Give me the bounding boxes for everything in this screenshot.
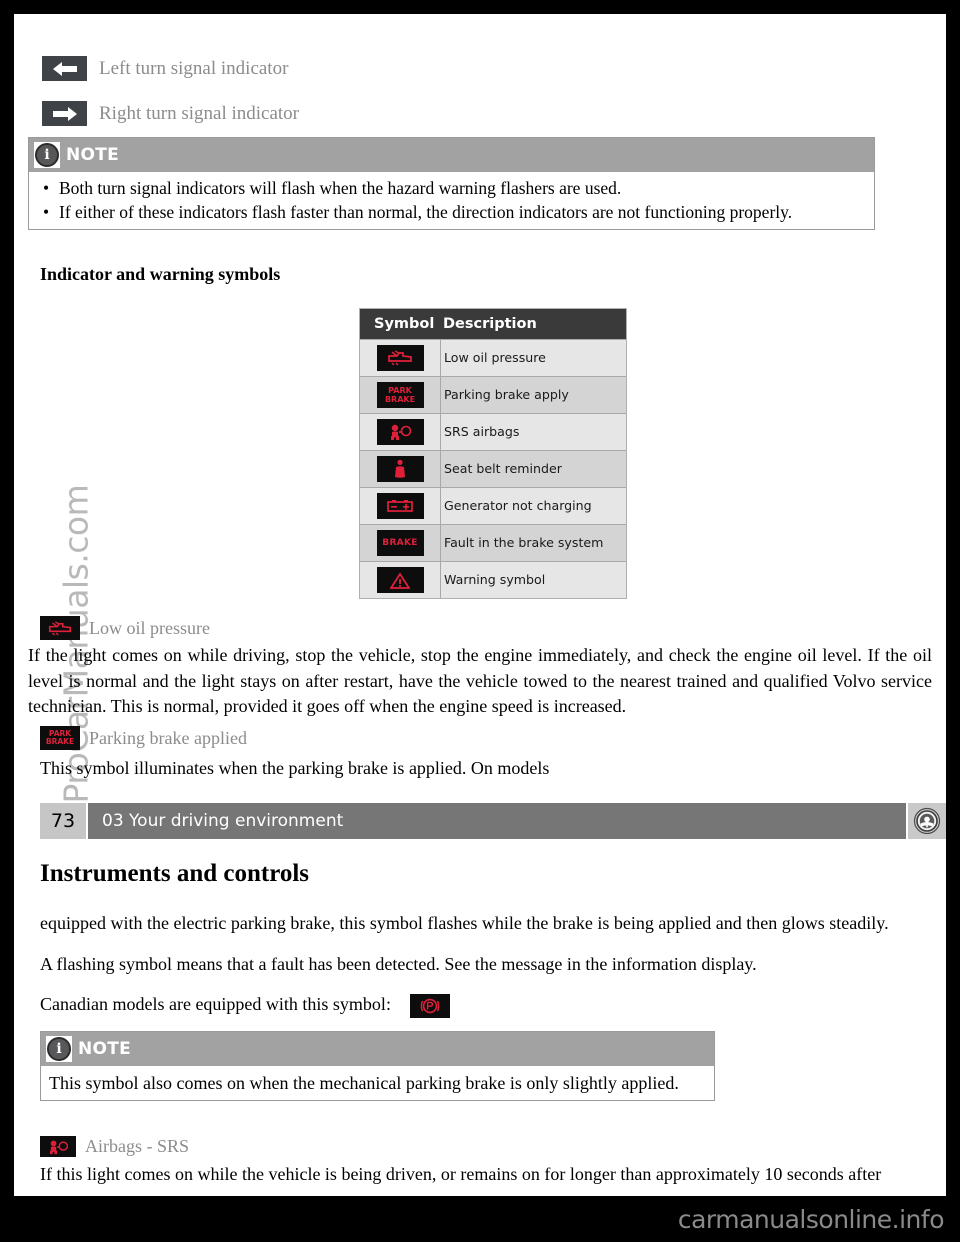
low-oil-pressure-heading-row: Low oil pressure bbox=[40, 616, 210, 640]
symbol-cell: PARK BRAKE bbox=[360, 382, 440, 408]
symbol-description: Fault in the brake system bbox=[440, 525, 626, 561]
low-oil-pressure-label: Low oil pressure bbox=[89, 617, 210, 638]
info-icon-glyph: i bbox=[35, 143, 59, 167]
airbags-srs-body: If this light comes on while the vehicle… bbox=[40, 1164, 882, 1184]
right-turn-signal-label: Right turn signal indicator bbox=[99, 102, 300, 124]
battery-icon bbox=[376, 493, 424, 519]
symbol-cell: BRAKE bbox=[360, 530, 440, 556]
parking-brake-body-part2: equipped with the electric parking brake… bbox=[40, 913, 889, 933]
table-row: Generator not charging bbox=[360, 487, 626, 524]
symbol-cell bbox=[360, 419, 440, 445]
note-bullet: Both turn signal indicators will flash w… bbox=[43, 177, 866, 201]
note-header: i NOTE bbox=[29, 138, 874, 172]
p-in-circle-icon bbox=[410, 994, 450, 1018]
manual-page: ProCarManuals.com Left turn signal indic… bbox=[14, 14, 946, 1196]
srs-airbag-icon bbox=[376, 419, 424, 445]
left-turn-signal-row: Left turn signal indicator bbox=[42, 56, 288, 81]
brake-text-icon: BRAKE bbox=[376, 530, 424, 556]
park-brake-text-icon: PARK BRAKE bbox=[376, 382, 424, 408]
table-row: Warning symbol bbox=[360, 561, 626, 598]
info-icon-glyph: i bbox=[47, 1037, 71, 1061]
symbol-cell bbox=[360, 567, 440, 593]
footer-brand: carmanualsonline.info bbox=[677, 1205, 945, 1234]
arrow-right-icon bbox=[42, 101, 87, 126]
parking-brake-heading-row: PARK BRAKE Parking brake applied bbox=[40, 726, 247, 750]
column-header-description: Description bbox=[443, 316, 537, 332]
symbol-table: Symbol Description Low oil pressure PARK… bbox=[359, 308, 627, 599]
airbags-srs-heading-row: Airbags - SRS bbox=[40, 1136, 189, 1157]
arrow-left-icon bbox=[42, 56, 87, 81]
park-brake-text-icon: PARK BRAKE bbox=[40, 726, 80, 750]
note-bullet-list: Both turn signal indicators will flash w… bbox=[37, 177, 866, 224]
symbol-cell bbox=[360, 456, 440, 482]
symbol-cell bbox=[360, 345, 440, 371]
oil-can-icon bbox=[376, 345, 424, 371]
table-row: Low oil pressure bbox=[360, 339, 626, 376]
page-section-title: 03 Your driving environment bbox=[88, 803, 906, 839]
column-header-symbol: Symbol bbox=[374, 316, 435, 332]
symbol-description: Low oil pressure bbox=[440, 340, 626, 376]
oil-can-icon bbox=[40, 616, 80, 640]
note-bullet: If either of these indicators flash fast… bbox=[43, 201, 866, 225]
p-in-circle-glyph bbox=[410, 994, 450, 1018]
note-title: NOTE bbox=[78, 1039, 132, 1059]
steering-wheel-icon bbox=[908, 803, 946, 839]
note-header: i NOTE bbox=[41, 1032, 714, 1066]
canadian-models-text: Canadian models are equipped with this s… bbox=[40, 994, 391, 1014]
note-box-bottom: i NOTE This symbol also comes on when th… bbox=[40, 1031, 715, 1102]
symbol-description: Generator not charging bbox=[440, 488, 626, 524]
page-footer-bar: 73 03 Your driving environment bbox=[40, 803, 946, 839]
page-title: Instruments and controls bbox=[40, 860, 310, 887]
srs-airbag-icon bbox=[40, 1136, 76, 1157]
parking-brake-label: Parking brake applied bbox=[89, 727, 247, 748]
fault-detection-text: A flashing symbol means that a fault has… bbox=[40, 954, 757, 974]
symbol-description: Warning symbol bbox=[440, 562, 626, 598]
table-row: Seat belt reminder bbox=[360, 450, 626, 487]
info-icon: i bbox=[46, 1036, 72, 1062]
note-title: NOTE bbox=[66, 145, 120, 165]
symbol-table-header: Symbol Description bbox=[360, 309, 626, 339]
table-row: BRAKE Fault in the brake system bbox=[360, 524, 626, 561]
symbol-description: Seat belt reminder bbox=[440, 451, 626, 487]
parking-brake-body-part1: This symbol illuminates when the parking… bbox=[40, 758, 550, 778]
left-turn-signal-label: Left turn signal indicator bbox=[99, 57, 289, 79]
page-number: 73 bbox=[40, 803, 86, 839]
indicator-symbols-heading: Indicator and warning symbols bbox=[40, 264, 281, 284]
table-row: SRS airbags bbox=[360, 413, 626, 450]
table-row: PARK BRAKE Parking brake apply bbox=[360, 376, 626, 413]
symbol-cell bbox=[360, 493, 440, 519]
info-icon: i bbox=[34, 142, 60, 168]
note-body-bottom: This symbol also comes on when the mecha… bbox=[49, 1073, 679, 1093]
note-body-top: Both turn signal indicators will flash w… bbox=[29, 172, 874, 229]
symbol-description: SRS airbags bbox=[440, 414, 626, 450]
symbol-description: Parking brake apply bbox=[440, 377, 626, 413]
warning-triangle-icon bbox=[376, 567, 424, 593]
note-box-top: i NOTE Both turn signal indicators will … bbox=[28, 137, 875, 231]
low-oil-pressure-body: If the light comes on while driving, sto… bbox=[28, 645, 932, 717]
seat-belt-icon bbox=[376, 456, 424, 482]
right-turn-signal-row: Right turn signal indicator bbox=[42, 101, 299, 126]
airbags-srs-label: Airbags - SRS bbox=[85, 1136, 190, 1156]
